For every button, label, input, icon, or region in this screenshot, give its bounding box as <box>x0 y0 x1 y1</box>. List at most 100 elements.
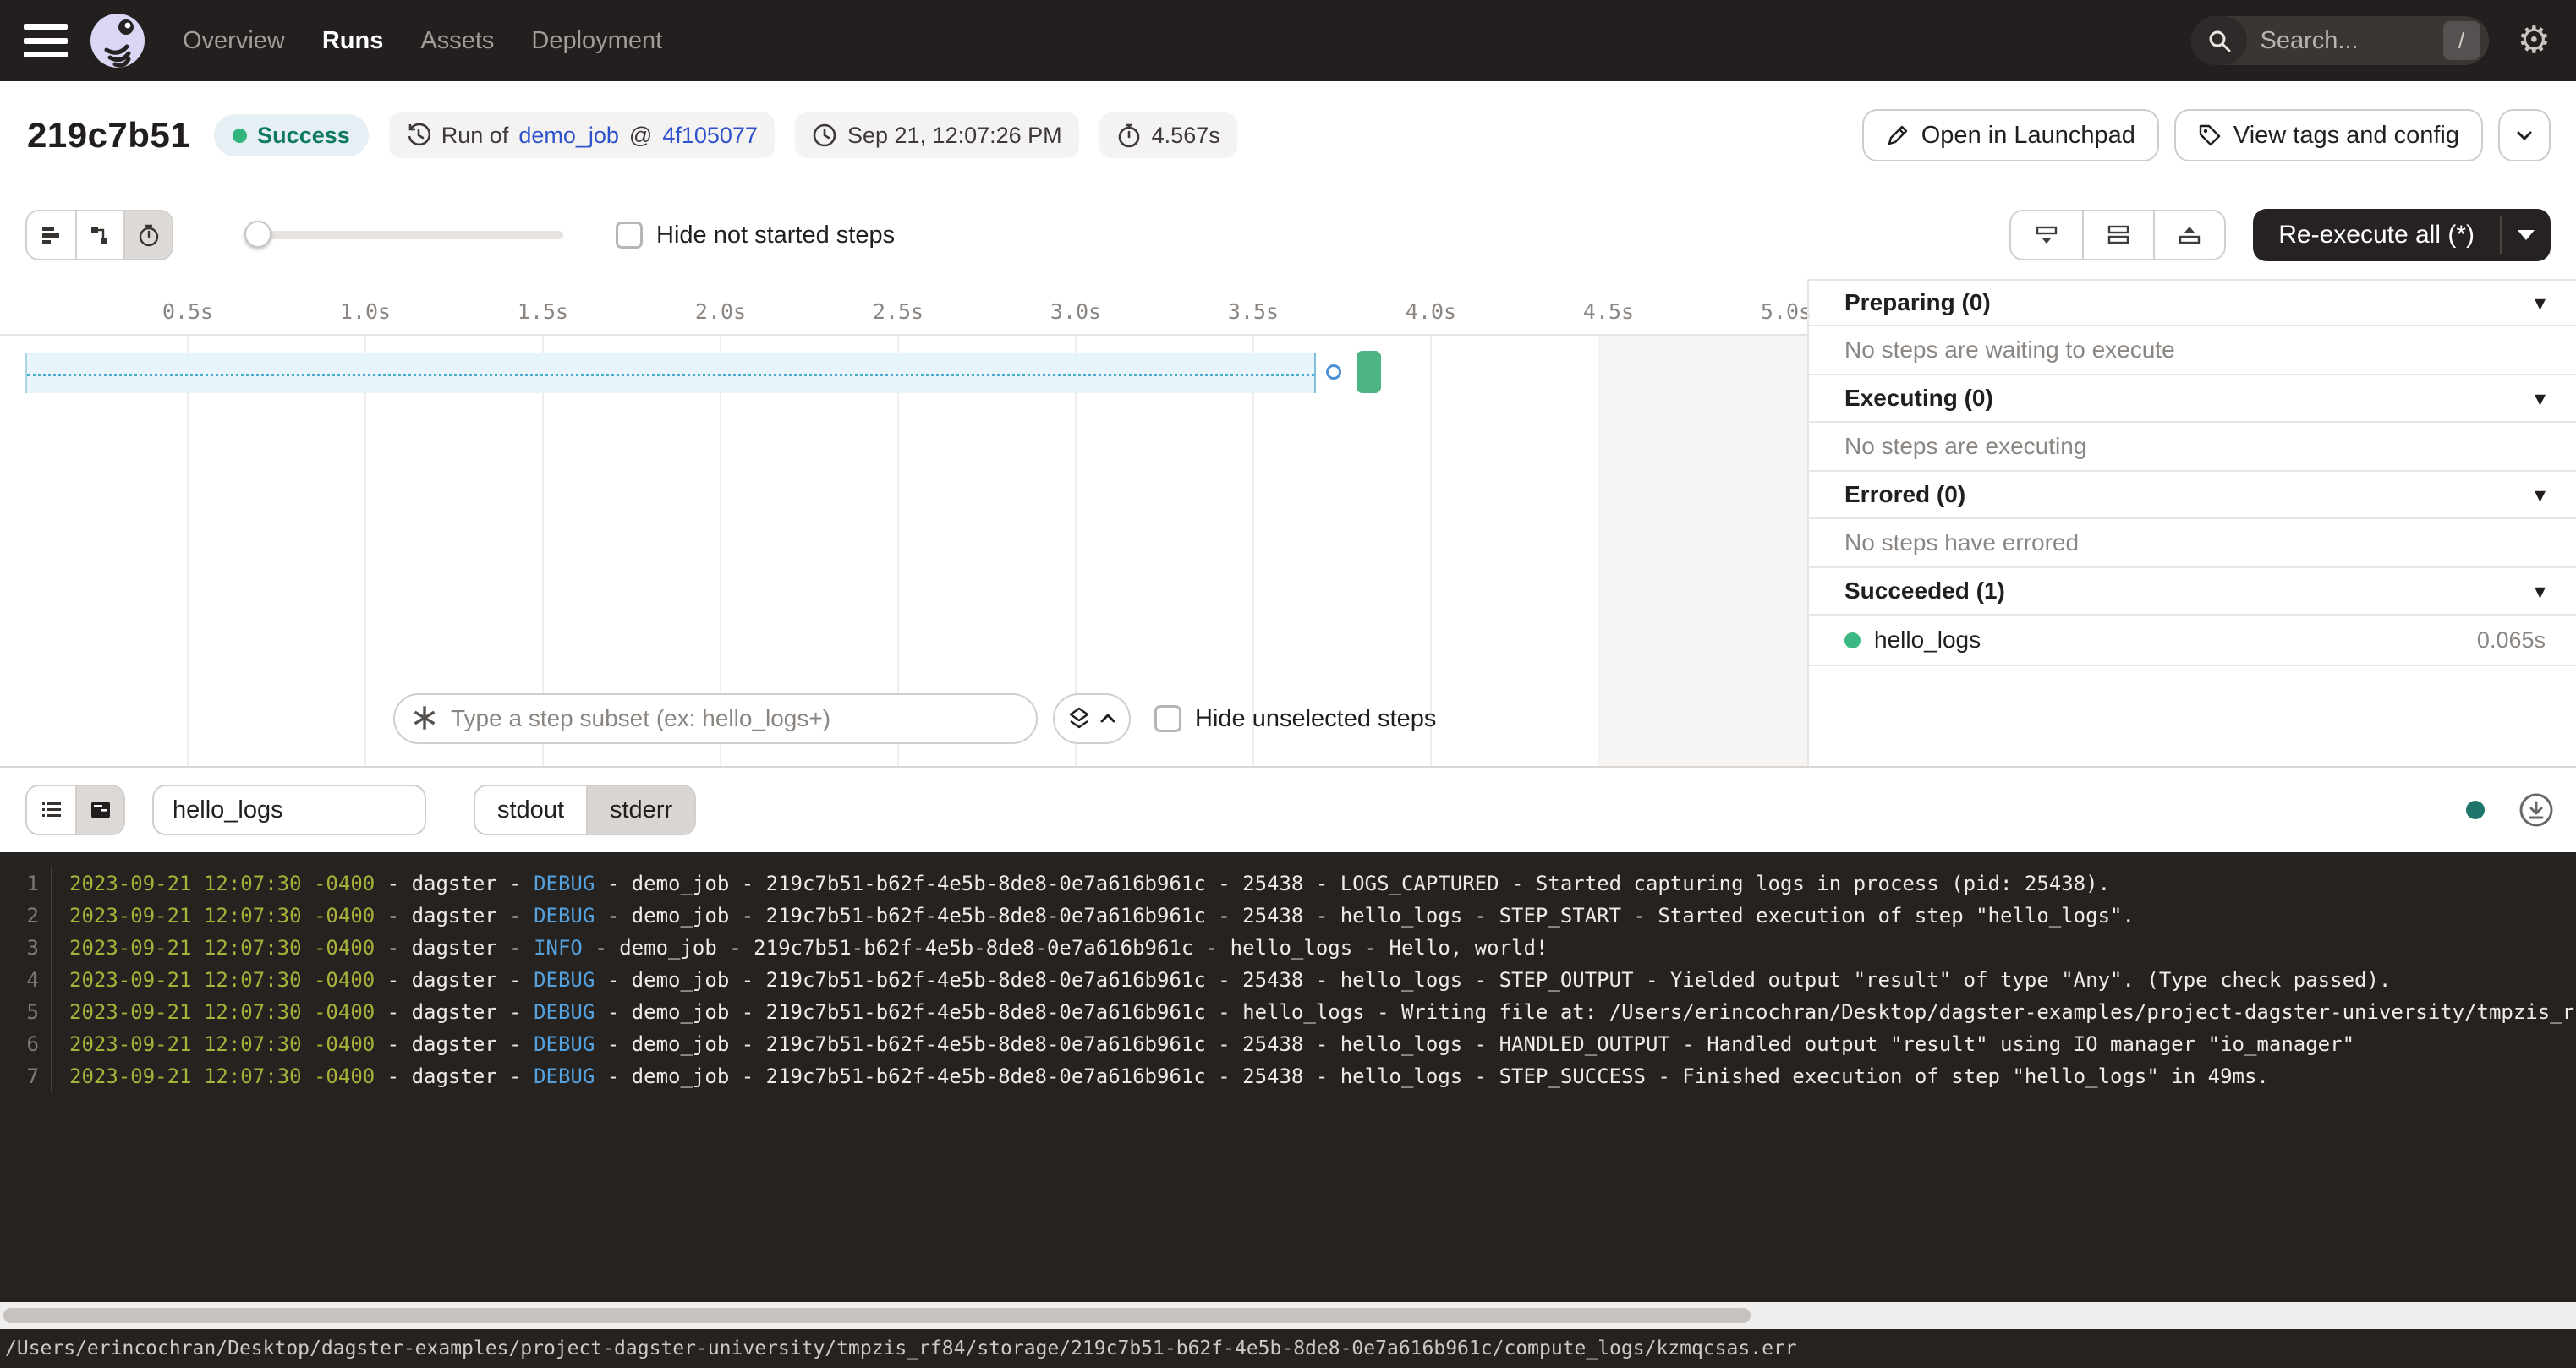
caret-down-icon[interactable]: ▾ <box>2535 290 2546 316</box>
event-list-view-button[interactable] <box>27 786 75 834</box>
run-header: 219c7b51 Success Run of demo_job @ 4f105… <box>0 81 2576 189</box>
log-line-6: 62023-09-21 12:07:30 -0400 - dagster - D… <box>0 1028 2576 1060</box>
horizontal-scrollbar[interactable] <box>0 1302 2576 1329</box>
log-text: 2023-09-21 12:07:30 -0400 - dagster - DE… <box>52 1032 2354 1056</box>
gear-icon[interactable]: ⚙ <box>2518 22 2551 59</box>
menu-icon[interactable] <box>24 24 68 57</box>
search-input[interactable] <box>2247 27 2443 55</box>
nav-item-assets[interactable]: Assets <box>420 27 494 55</box>
view-tags-config-label: View tags and config <box>2233 122 2459 150</box>
download-log-icon[interactable] <box>2518 792 2554 828</box>
op-selector-icon <box>412 705 437 731</box>
scrollbar-thumb[interactable] <box>3 1308 1751 1323</box>
zoom-slider[interactable] <box>246 231 563 239</box>
section-empty-message: No steps have errored <box>1809 519 2576 568</box>
gutter-divider <box>39 1060 52 1092</box>
section-title: Executing (0) <box>1844 385 1993 412</box>
section-header-executing[interactable]: Executing (0) ▾ <box>1809 375 2576 423</box>
top-nav: Overview Runs Assets Deployment / ⚙ <box>0 0 2576 81</box>
stopwatch-icon <box>1116 123 1142 148</box>
step-waiting-band <box>25 353 1316 393</box>
pencil-icon <box>1886 123 1910 147</box>
open-in-launchpad-button[interactable]: Open in Launchpad <box>1862 109 2159 161</box>
section-header-preparing[interactable]: Preparing (0) ▾ <box>1809 279 2576 326</box>
nav-item-runs[interactable]: Runs <box>322 27 384 55</box>
hide-unselected-label: Hide unselected steps <box>1195 705 1436 733</box>
graph-query-toggle-button[interactable] <box>1053 693 1131 744</box>
dagster-logo[interactable] <box>90 13 145 68</box>
rows-view-button[interactable] <box>2082 211 2153 259</box>
step-duration: 0.065s <box>2477 627 2546 654</box>
step-subset-input[interactable] <box>393 693 1038 744</box>
open-in-launchpad-label: Open in Launchpad <box>1921 122 2135 150</box>
axis-tick: 4.5s <box>1583 299 1634 324</box>
checkbox-icon[interactable] <box>616 222 643 249</box>
step-name: hello_logs <box>1874 627 1981 654</box>
caret-down-icon[interactable]: ▾ <box>2535 386 2546 412</box>
expand-all-button[interactable] <box>2153 211 2224 259</box>
log-filter-field[interactable] <box>152 785 426 835</box>
search-shortcut-key: / <box>2443 21 2480 60</box>
more-actions-button[interactable] <box>2498 109 2551 161</box>
section-title: Preparing (0) <box>1844 289 1991 316</box>
run-of-prefix: Run of <box>441 123 509 149</box>
line-number: 1 <box>0 872 39 895</box>
nav-item-overview[interactable]: Overview <box>183 27 285 55</box>
caret-down-icon[interactable]: ▾ <box>2535 578 2546 605</box>
log-text: 2023-09-21 12:07:30 -0400 - dagster - DE… <box>52 1000 2576 1024</box>
log-text: 2023-09-21 12:07:30 -0400 - dagster - IN… <box>52 936 1548 960</box>
line-number: 3 <box>0 936 39 960</box>
tab-stderr[interactable]: stderr <box>586 786 694 834</box>
log-line-4: 42023-09-21 12:07:30 -0400 - dagster - D… <box>0 964 2576 996</box>
chevron-up-icon <box>1099 709 1117 728</box>
collapse-all-icon <box>2034 222 2059 248</box>
log-path-footer: /Users/erincochran/Desktop/dagster-examp… <box>0 1329 2576 1368</box>
section-title: Errored (0) <box>1844 481 1965 508</box>
axis-tick: 3.5s <box>1228 299 1279 324</box>
layers-icon <box>1066 706 1092 731</box>
commit-link[interactable]: 4f105077 <box>662 123 758 149</box>
status-label: Success <box>257 123 350 149</box>
flat-view-icon <box>40 223 63 247</box>
job-link[interactable]: demo_job <box>518 123 619 149</box>
timed-view-button[interactable] <box>123 211 172 259</box>
gantt-chart: 0.5s1.0s1.5s2.0s2.5s3.0s3.5s4.0s4.5s5.0s… <box>0 279 1807 766</box>
log-line-2: 22023-09-21 12:07:30 -0400 - dagster - D… <box>0 900 2576 932</box>
view-tags-config-button[interactable]: View tags and config <box>2174 109 2483 161</box>
section-empty-message: No steps are executing <box>1809 423 2576 472</box>
caret-down-icon <box>2518 230 2535 240</box>
waterfall-view-button[interactable] <box>75 211 123 259</box>
log-line-7: 72023-09-21 12:07:30 -0400 - dagster - D… <box>0 1060 2576 1092</box>
hide-not-started-checkbox[interactable]: Hide not started steps <box>616 222 895 249</box>
step-row-hello_logs[interactable]: hello_logs 0.065s <box>1809 616 2576 666</box>
run-of-at: @ <box>629 123 652 149</box>
section-header-errored[interactable]: Errored (0) ▾ <box>1809 472 2576 519</box>
zoom-slider-handle[interactable] <box>244 221 271 248</box>
section-empty-message: No steps are waiting to execute <box>1809 326 2576 375</box>
collapse-all-button[interactable] <box>2011 211 2082 259</box>
hide-unselected-checkbox[interactable]: Hide unselected steps <box>1154 705 1436 733</box>
reexecute-all-button[interactable]: Re-execute all (*) <box>2253 209 2551 261</box>
gantt-toolbar: Hide not started steps Re-execute all (*… <box>0 203 2576 267</box>
step-success-bar[interactable] <box>1357 351 1381 393</box>
log-output: 1 2023-09-21 12:07:30 -0400 - dagster - D… <box>0 852 2576 1302</box>
flat-view-button[interactable] <box>27 211 75 259</box>
checkbox-icon[interactable] <box>1154 705 1181 732</box>
line-number: 4 <box>0 968 39 992</box>
nav-item-deployment[interactable]: Deployment <box>531 27 662 55</box>
reexecute-options-button[interactable] <box>2502 209 2551 261</box>
gutter-divider <box>39 1028 52 1060</box>
gutter-divider <box>39 900 52 932</box>
main-nav: Overview Runs Assets Deployment <box>183 27 662 55</box>
log-filter-input[interactable] <box>152 785 426 835</box>
axis-tick: 1.5s <box>518 299 568 324</box>
hide-not-started-label: Hide not started steps <box>656 222 895 249</box>
section-header-succeeded[interactable]: Succeeded (1)▾ <box>1809 568 2576 616</box>
caret-down-icon[interactable]: ▾ <box>2535 482 2546 508</box>
search-box[interactable]: / <box>2191 16 2489 65</box>
log-line-3: 3 2023-09-21 12:07:30 -0400 - dagster - I… <box>0 932 2576 964</box>
raw-log-view-button[interactable] <box>75 786 123 834</box>
step-marker-circle[interactable] <box>1326 364 1341 380</box>
step-subset-field[interactable] <box>393 693 1038 744</box>
tab-stdout[interactable]: stdout <box>475 786 586 834</box>
